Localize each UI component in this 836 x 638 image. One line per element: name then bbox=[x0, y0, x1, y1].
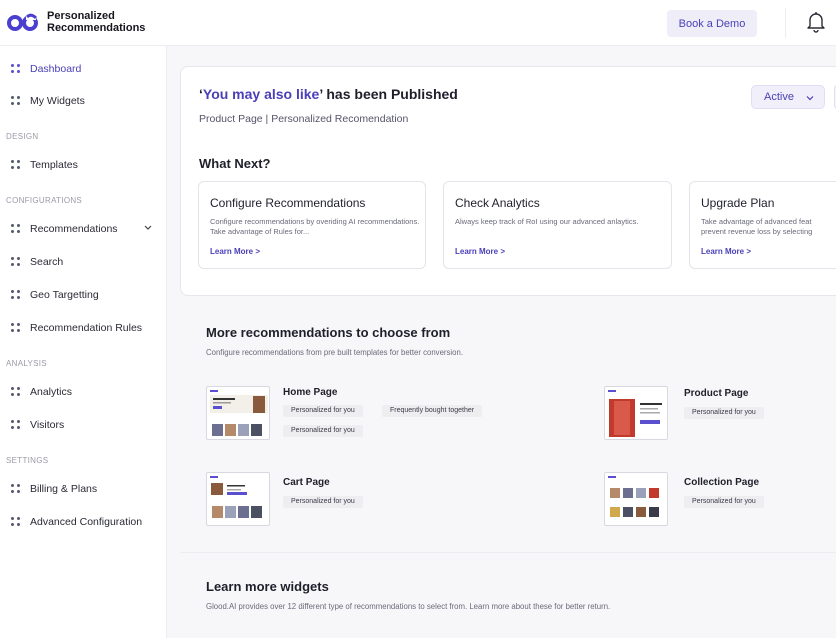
bell-icon[interactable] bbox=[806, 11, 826, 33]
grid-dots-icon bbox=[11, 96, 21, 106]
template-name-product-page: Product Page bbox=[684, 388, 749, 399]
sidebar-item-search[interactable]: Search bbox=[0, 248, 167, 276]
sidebar-item-label: Advanced Configuration bbox=[30, 516, 143, 528]
widget-name: You may also like bbox=[202, 86, 320, 102]
grid-dots-icon bbox=[11, 224, 21, 234]
sidebar-item-label: Geo Targetting bbox=[30, 289, 99, 301]
product-page-preview-image bbox=[608, 390, 662, 437]
next-card-desc: Always keep track of RoI using our advan… bbox=[455, 217, 639, 226]
tag-frequently-bought[interactable]: Frequently bought together bbox=[382, 405, 483, 417]
status-label: Active bbox=[764, 91, 794, 103]
tag-personalized[interactable]: Personalized for you bbox=[283, 425, 363, 437]
learn-more-link[interactable]: Learn More > bbox=[701, 247, 751, 256]
collection-page-preview-image bbox=[608, 476, 659, 517]
app-title-line1: Personalized bbox=[47, 10, 115, 22]
next-card-title: Upgrade Plan bbox=[701, 196, 775, 210]
published-subtitle: Product Page | Personalized Recomendatio… bbox=[199, 113, 409, 125]
collection-page-thumbnail[interactable] bbox=[604, 472, 668, 526]
learn-more-widgets-desc: Glood.AI provides over 12 different type… bbox=[206, 602, 611, 611]
more-recommendations-subtitle: Configure recommendations from pre built… bbox=[206, 348, 463, 357]
home-page-preview-image bbox=[210, 390, 268, 436]
sidebar-section-analysis: ANALYSIS bbox=[6, 359, 47, 368]
next-card-analytics[interactable]: Check Analytics Always keep track of RoI… bbox=[443, 181, 672, 269]
template-name-cart-page: Cart Page bbox=[283, 477, 330, 488]
cart-page-thumbnail[interactable] bbox=[206, 472, 270, 526]
product-page-thumbnail[interactable] bbox=[604, 386, 668, 440]
grid-dots-icon bbox=[11, 517, 21, 527]
sidebar-item-label: Billing & Plans bbox=[30, 483, 98, 495]
status-dropdown[interactable]: Active bbox=[751, 85, 825, 109]
app-title: Personalized Recommendations bbox=[47, 10, 145, 34]
learn-more-widgets-title: Learn more widgets bbox=[206, 579, 329, 594]
cart-page-preview-image bbox=[210, 476, 262, 518]
chevron-down-icon[interactable] bbox=[144, 223, 152, 233]
sidebar-item-label: Search bbox=[30, 256, 64, 268]
sidebar: Dashboard My Widgets DESIGN Templates CO… bbox=[0, 46, 167, 638]
learn-more-link[interactable]: Learn More > bbox=[210, 247, 260, 256]
grid-dots-icon bbox=[11, 420, 21, 430]
next-card-title: Check Analytics bbox=[455, 196, 540, 210]
home-page-thumbnail[interactable] bbox=[206, 386, 270, 440]
tag-personalized[interactable]: Personalized for you bbox=[283, 496, 363, 508]
learn-more-link[interactable]: Learn More > bbox=[455, 247, 505, 256]
sidebar-section-settings: SETTINGS bbox=[6, 456, 49, 465]
tag-personalized[interactable]: Personalized for you bbox=[684, 496, 764, 508]
next-card-desc: Take advantage of advanced feat prevent … bbox=[701, 217, 813, 236]
next-card-configure[interactable]: Configure Recommendations Configure reco… bbox=[198, 181, 426, 269]
chevron-down-icon bbox=[806, 96, 814, 101]
sidebar-item-templates[interactable]: Templates bbox=[0, 151, 167, 179]
sidebar-item-recommendation-rules[interactable]: Recommendation Rules bbox=[0, 314, 167, 342]
sidebar-item-label: Recommendation Rules bbox=[30, 322, 143, 334]
template-name-collection-page: Collection Page bbox=[684, 477, 760, 488]
sidebar-item-analytics[interactable]: Analytics bbox=[0, 378, 167, 406]
template-name-home-page: Home Page bbox=[283, 387, 338, 398]
sidebar-item-geo-targetting[interactable]: Geo Targetting bbox=[0, 281, 167, 309]
tag-personalized[interactable]: Personalized for you bbox=[684, 407, 764, 419]
sidebar-item-recommendations[interactable]: Recommendations bbox=[0, 215, 167, 243]
sidebar-item-advanced-configuration[interactable]: Advanced Configuration bbox=[0, 508, 167, 536]
next-card-desc: Configure recommendations by overiding A… bbox=[210, 217, 420, 236]
next-card-title: Configure Recommendations bbox=[210, 196, 366, 210]
sidebar-item-label: Analytics bbox=[30, 386, 73, 398]
tag-personalized[interactable]: Personalized for you bbox=[283, 405, 363, 417]
book-demo-button[interactable]: Book a Demo bbox=[667, 10, 757, 37]
top-header: Personalized Recommendations Book a Demo bbox=[0, 0, 836, 46]
next-card-upgrade[interactable]: Upgrade Plan Take advantage of advanced … bbox=[689, 181, 836, 269]
sidebar-item-billing-plans[interactable]: Billing & Plans bbox=[0, 475, 167, 503]
what-next-title: What Next? bbox=[199, 156, 271, 171]
sidebar-item-label: Templates bbox=[30, 159, 78, 171]
grid-dots-icon bbox=[11, 323, 21, 333]
app-title-line2: Recommendations bbox=[47, 22, 146, 34]
sidebar-item-visitors[interactable]: Visitors bbox=[0, 411, 167, 439]
grid-dots-icon bbox=[11, 387, 21, 397]
grid-dots-icon bbox=[11, 160, 21, 170]
logo-icon bbox=[7, 13, 38, 31]
sidebar-section-configurations: CONFIGURATIONS bbox=[6, 196, 83, 205]
sidebar-item-label: Dashboard bbox=[30, 63, 82, 75]
published-suffix: has been Published bbox=[322, 86, 458, 102]
header-divider bbox=[785, 8, 786, 38]
sidebar-item-label: My Widgets bbox=[30, 95, 85, 107]
sidebar-section-design: DESIGN bbox=[6, 132, 39, 141]
grid-dots-icon bbox=[11, 484, 21, 494]
sidebar-item-my-widgets[interactable]: My Widgets bbox=[0, 87, 167, 115]
grid-dots-icon bbox=[11, 257, 21, 267]
more-recommendations-title: More recommendations to choose from bbox=[206, 325, 451, 340]
published-title: ‘You may also like’ has been Published bbox=[199, 86, 458, 102]
sidebar-item-label: Visitors bbox=[30, 419, 65, 431]
grid-dots-icon bbox=[11, 290, 21, 300]
sidebar-item-dashboard[interactable]: Dashboard bbox=[0, 55, 167, 83]
section-divider bbox=[180, 552, 836, 553]
grid-dots-icon bbox=[11, 64, 21, 74]
sidebar-item-label: Recommendations bbox=[30, 223, 118, 235]
